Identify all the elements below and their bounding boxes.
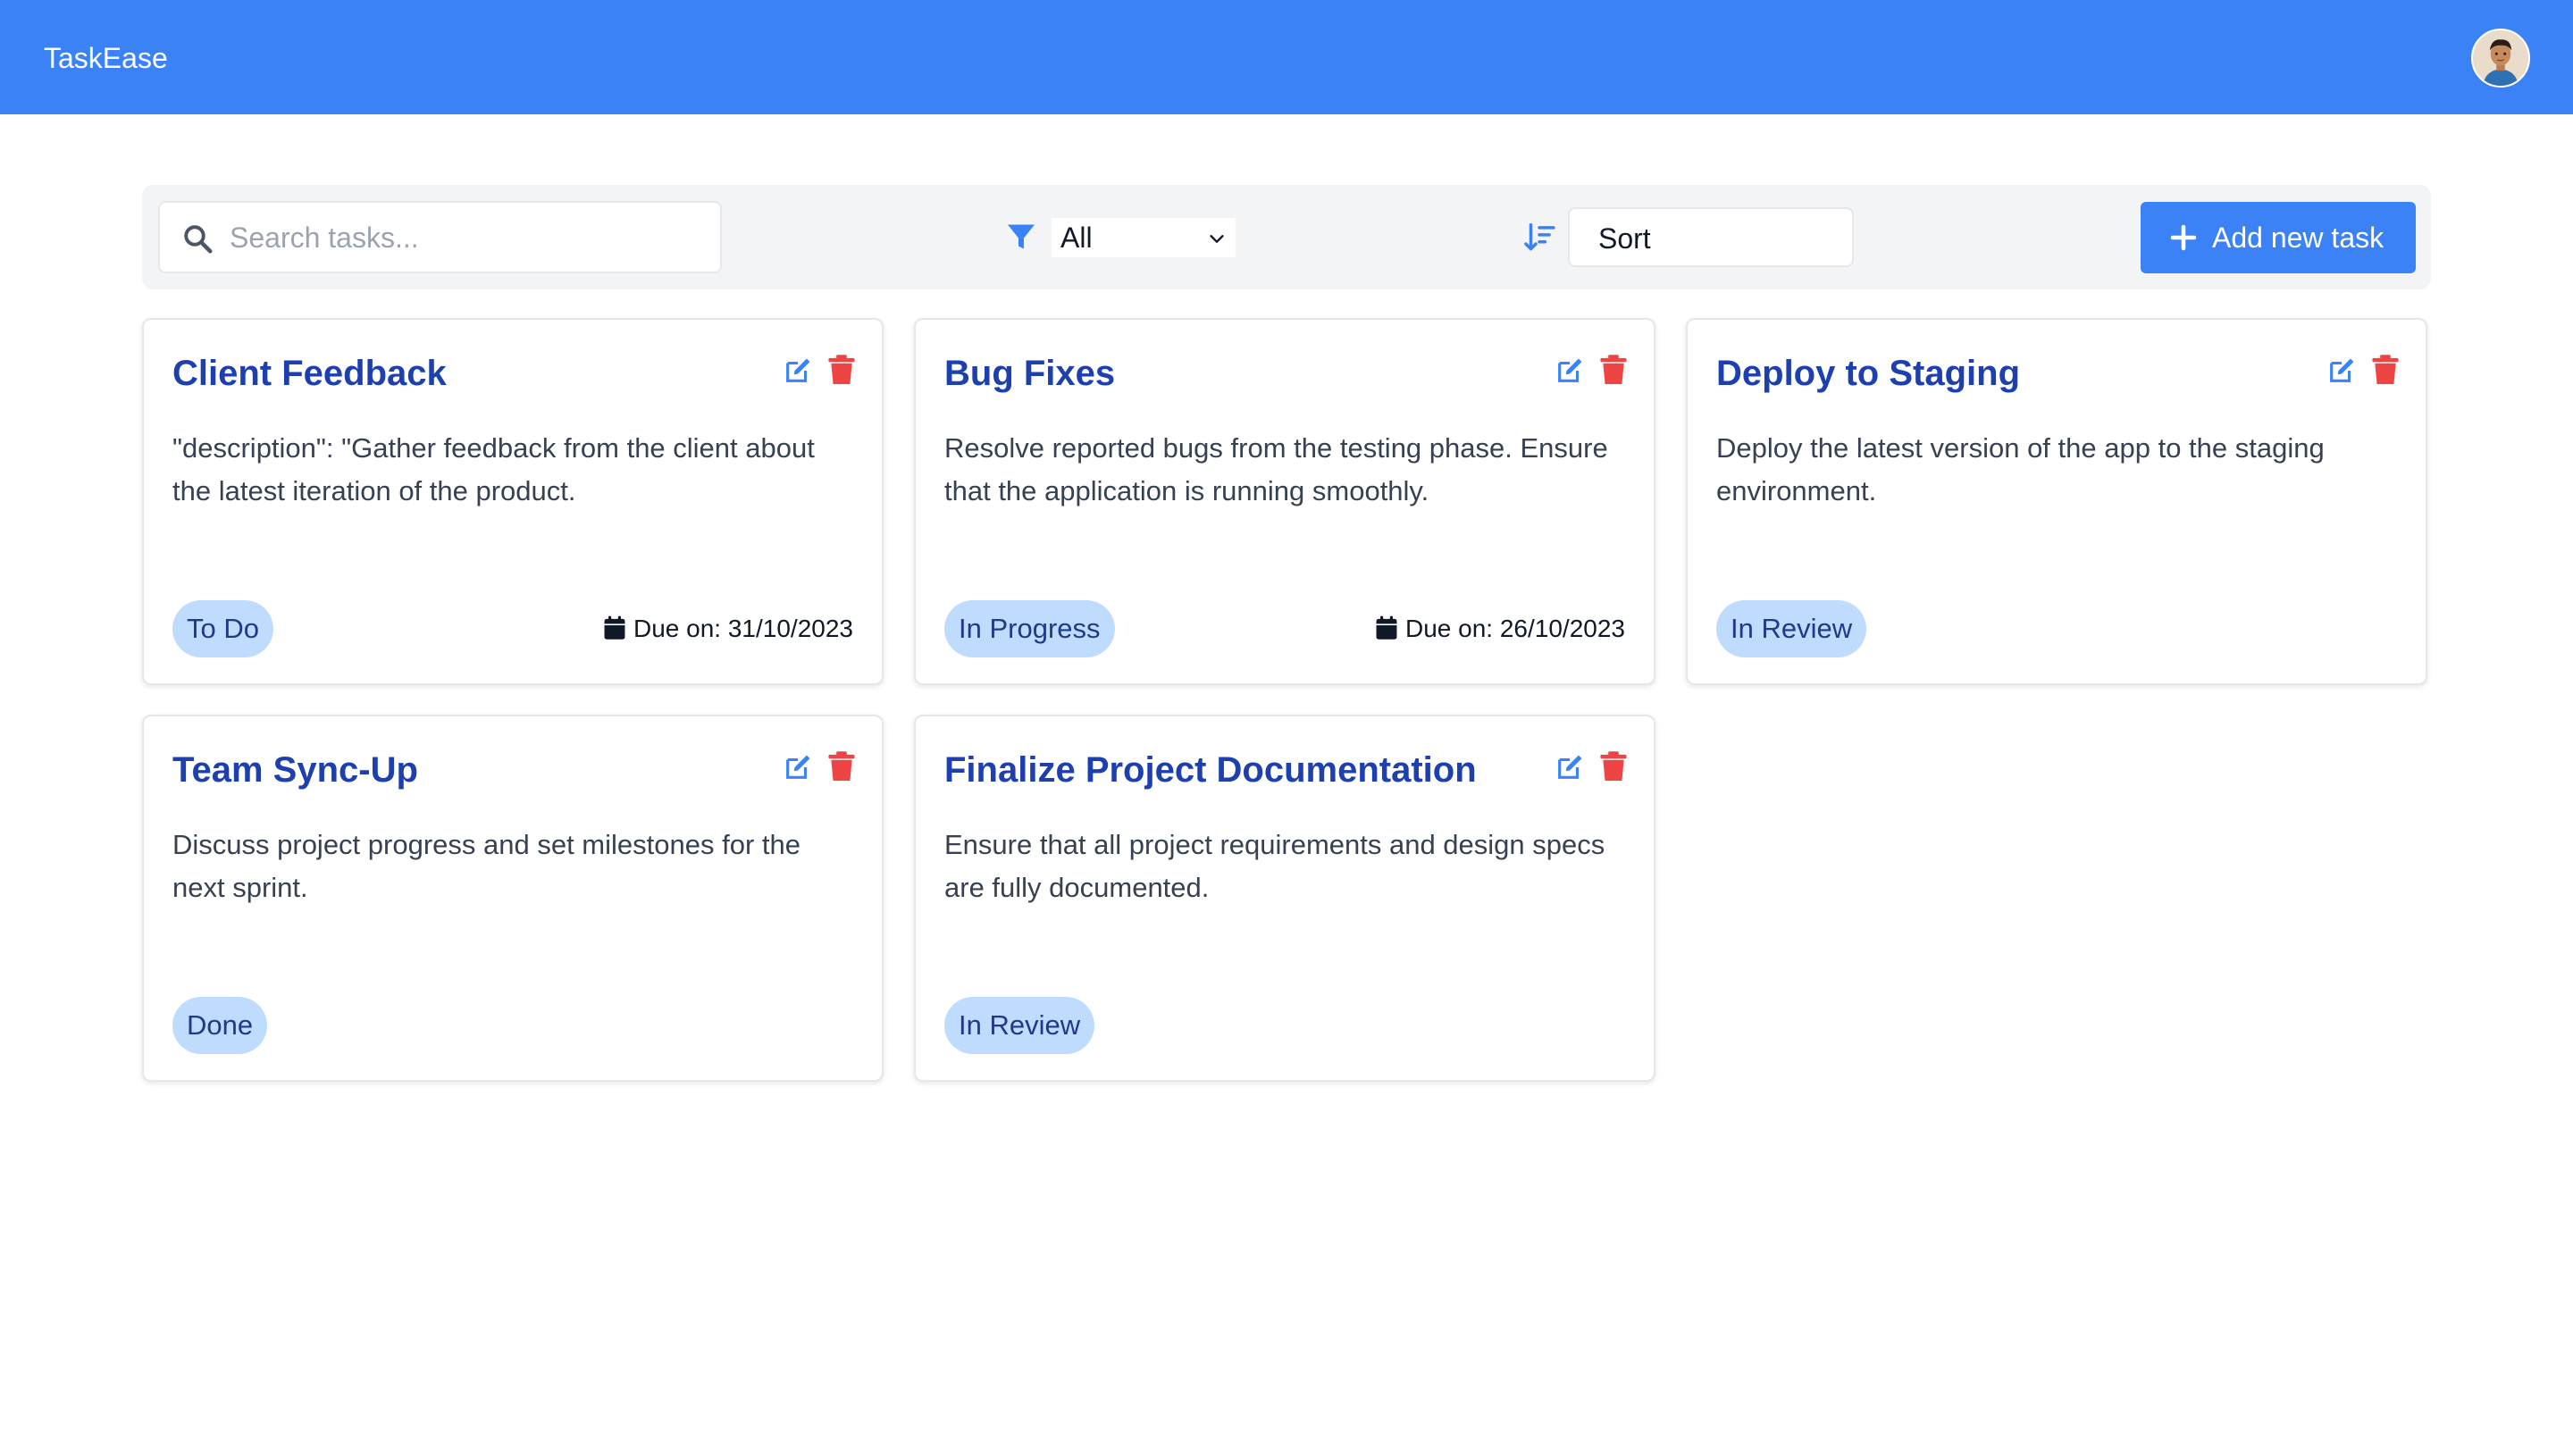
task-title: Client Feedback bbox=[172, 354, 447, 393]
task-description: Discuss project progress and set milesto… bbox=[172, 829, 800, 903]
status-badge: In Review bbox=[1716, 600, 1867, 657]
avatar-icon bbox=[2473, 30, 2528, 86]
add-new-task-label: Add new task bbox=[2212, 222, 2384, 254]
task-card: Deploy to Staging Deploy the latest vers… bbox=[1686, 318, 2427, 685]
add-new-task-button[interactable]: Add new task bbox=[2141, 202, 2416, 273]
sort-descending-icon[interactable] bbox=[1522, 221, 1556, 255]
task-card: Bug Fixes Resolve reported bugs from the… bbox=[914, 318, 1655, 685]
trash-icon[interactable] bbox=[2371, 354, 2400, 386]
plus-icon bbox=[2170, 224, 2197, 251]
task-description: Deploy the latest version of the app to … bbox=[1716, 432, 2325, 506]
edit-icon[interactable] bbox=[783, 356, 813, 386]
status-badge: To Do bbox=[172, 600, 273, 657]
trash-icon[interactable] bbox=[1599, 750, 1628, 782]
due-date-text: Due on: 26/10/2023 bbox=[1405, 615, 1625, 642]
app-brand[interactable]: TaskEase bbox=[44, 41, 168, 75]
edit-icon[interactable] bbox=[2326, 356, 2357, 386]
edit-icon[interactable] bbox=[1555, 356, 1585, 386]
task-title: Deploy to Staging bbox=[1716, 354, 2020, 393]
task-description: "description": "Gather feedback from the… bbox=[172, 432, 815, 506]
due-date-text: Due on: 31/10/2023 bbox=[633, 615, 853, 642]
due-date: Due on: 31/10/2023 bbox=[603, 613, 853, 645]
task-card: Finalize Project Documentation Ensure th… bbox=[914, 715, 1655, 1082]
task-description: Ensure that all project requirements and… bbox=[944, 829, 1605, 903]
user-avatar[interactable] bbox=[2471, 29, 2530, 88]
status-filter-select[interactable]: All bbox=[1052, 218, 1236, 257]
filter-icon bbox=[1008, 224, 1035, 249]
calendar-icon bbox=[1376, 615, 1397, 640]
status-badge: In Review bbox=[944, 997, 1095, 1054]
filter-selected-value: All bbox=[1060, 222, 1093, 254]
search-box[interactable] bbox=[158, 201, 722, 273]
task-card: Team Sync-Up Discuss project progress an… bbox=[142, 715, 884, 1082]
task-card: Client Feedback "description": "Gather f… bbox=[142, 318, 884, 685]
calendar-icon bbox=[604, 615, 625, 640]
search-input[interactable] bbox=[230, 208, 703, 267]
edit-icon[interactable] bbox=[1555, 752, 1585, 782]
edit-icon[interactable] bbox=[783, 752, 813, 782]
sort-select[interactable]: Sort bbox=[1568, 207, 1854, 267]
task-title: Bug Fixes bbox=[944, 354, 1116, 393]
chevron-down-icon bbox=[1210, 235, 1224, 243]
trash-icon[interactable] bbox=[827, 354, 856, 386]
trash-icon[interactable] bbox=[1599, 354, 1628, 386]
task-toolbar: All Sort Add new task bbox=[142, 185, 2431, 289]
task-title: Team Sync-Up bbox=[172, 750, 418, 790]
top-navbar: TaskEase bbox=[0, 0, 2573, 114]
task-description: Resolve reported bugs from the testing p… bbox=[944, 432, 1608, 506]
sort-label: Sort bbox=[1598, 222, 1651, 255]
status-badge: Done bbox=[172, 997, 268, 1054]
due-date: Due on: 26/10/2023 bbox=[1375, 613, 1625, 645]
status-badge: In Progress bbox=[944, 600, 1115, 657]
search-icon bbox=[184, 225, 213, 254]
trash-icon[interactable] bbox=[827, 750, 856, 782]
task-title: Finalize Project Documentation bbox=[944, 750, 1477, 790]
